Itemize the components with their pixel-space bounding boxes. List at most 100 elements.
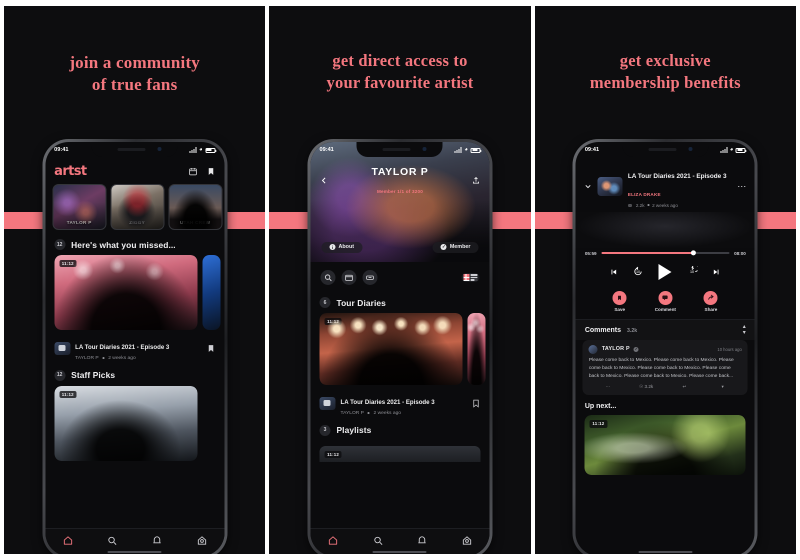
- wifi-icon: ◕: [199, 147, 203, 153]
- chevron-down-icon[interactable]: ▾: [704, 384, 742, 390]
- video-artist: TAYLOR P: [75, 355, 99, 361]
- save-button[interactable]: Save: [612, 290, 627, 313]
- signal-icon: [454, 147, 462, 153]
- video-card-peek[interactable]: [467, 313, 486, 385]
- ticket-icon[interactable]: [362, 270, 378, 285]
- more-options-icon[interactable]: ⋯: [589, 384, 627, 390]
- profile-icon[interactable]: [462, 535, 473, 546]
- app-bar: artst: [45, 160, 224, 184]
- list-view-icon[interactable]: [470, 274, 478, 281]
- search-icon[interactable]: [107, 535, 118, 546]
- section-header-tour-diaries: 6 Tour Diaries: [310, 288, 489, 313]
- share-icon[interactable]: [471, 176, 480, 185]
- video-card[interactable]: 11:12: [584, 415, 746, 476]
- home-icon[interactable]: [62, 535, 73, 546]
- story-caption: ZIGGY: [129, 220, 146, 225]
- progress-bar[interactable]: 05:59 08:00: [576, 248, 755, 256]
- playback-controls: 10 10: [576, 256, 755, 286]
- video-duration: 11:12: [324, 318, 342, 326]
- promo-panel-1: join a community of true fans 09:41 ◕ ar…: [4, 6, 266, 554]
- channel-thumbnail: [319, 396, 336, 410]
- track-title: LA Tour Diaries 2021 - Episode 3: [627, 173, 727, 180]
- section-title: Playlists: [336, 425, 372, 436]
- next-icon[interactable]: [713, 268, 721, 276]
- bookmark-icon: [612, 290, 627, 305]
- staff-picks-row: 11:12: [45, 385, 224, 461]
- calendar-icon[interactable]: [341, 270, 357, 285]
- search-icon[interactable]: [372, 535, 383, 546]
- bell-icon[interactable]: [152, 535, 163, 546]
- playlist-card[interactable]: 11:12: [319, 445, 481, 462]
- comment-item: TAYLOR P ✓ 10 hours ago Please come back…: [582, 339, 748, 396]
- story-caption: UTAH CREW: [179, 220, 211, 225]
- status-time: 09:41: [584, 147, 600, 153]
- comments-header: Comments 3.2k ▴ ▾: [575, 319, 755, 340]
- save-label: Save: [614, 307, 626, 313]
- panel-3-headline: get exclusive membership benefits: [535, 50, 796, 94]
- profile-icon[interactable]: [196, 535, 207, 546]
- share-button[interactable]: Share: [703, 290, 718, 313]
- play-icon[interactable]: [658, 263, 672, 280]
- check-icon: ✓: [440, 244, 447, 251]
- panel-1-headline: join a community of true fans: [4, 52, 265, 97]
- section-header-staff-picks: 12 Staff Picks: [45, 361, 224, 386]
- bookmark-icon[interactable]: [471, 399, 480, 408]
- app-logo: artst: [54, 164, 87, 179]
- video-age: 2 weeks ago: [108, 355, 136, 361]
- avatar: [588, 344, 598, 354]
- reply-icon[interactable]: ↩: [665, 384, 703, 390]
- comment-button[interactable]: Comment: [655, 290, 676, 312]
- wifi-icon: ◕: [729, 147, 734, 153]
- bell-icon[interactable]: [417, 535, 428, 546]
- section-title: Staff Picks: [71, 370, 116, 381]
- section-count-badge: 12: [54, 239, 66, 250]
- comments-title: Comments: [584, 327, 621, 335]
- forward-10-icon[interactable]: 10: [687, 266, 698, 277]
- section-title: Tour Diaries: [336, 297, 386, 308]
- member-label: Member: [449, 244, 471, 251]
- comments-count: 3.2k: [627, 327, 638, 334]
- video-card[interactable]: 11:12: [319, 313, 463, 385]
- notch: [356, 142, 443, 157]
- video-card[interactable]: 11:12: [54, 385, 198, 461]
- rewind-10-icon[interactable]: 10: [633, 266, 644, 277]
- status-time: 09:41: [54, 147, 69, 153]
- previous-icon[interactable]: [610, 268, 618, 276]
- more-options-icon[interactable]: ⋯: [737, 181, 747, 191]
- share-label: Share: [704, 307, 718, 313]
- search-icon[interactable]: [320, 270, 336, 285]
- view-toggle[interactable]: [461, 272, 480, 283]
- up-next-title: Up next...: [584, 403, 617, 411]
- headline-line-1: get direct access to: [332, 51, 468, 70]
- story-item[interactable]: ZIGGY: [110, 184, 165, 230]
- calendar-icon[interactable]: [188, 167, 197, 176]
- bookmark-icon[interactable]: [206, 344, 215, 353]
- track-thumbnail: [597, 176, 623, 196]
- video-card[interactable]: 11:12: [54, 255, 198, 330]
- artist-member-subtitle: Member 1/1 of 3200: [376, 189, 423, 194]
- artist-name: TAYLOR P: [371, 166, 429, 178]
- player-artwork: [575, 211, 755, 248]
- artist-hero: TAYLOR P Member 1/1 of 3200 i About ✓ Me…: [310, 142, 490, 262]
- about-button[interactable]: i About: [321, 241, 363, 253]
- battery-icon: [470, 147, 482, 153]
- home-icon[interactable]: [327, 535, 338, 546]
- status-time: 09:41: [319, 147, 334, 153]
- back-arrow-icon[interactable]: [319, 176, 328, 185]
- story-item[interactable]: TAYLOR P: [52, 184, 107, 230]
- seek-track[interactable]: [601, 250, 730, 256]
- video-card-row: 11:12: [45, 255, 224, 330]
- headline-line-1: get exclusive: [619, 51, 711, 70]
- comment-author: TAYLOR P: [601, 346, 630, 353]
- like-count[interactable]: ☉ 3.2k: [627, 384, 665, 390]
- track-artist: ELIZA DRAKE: [627, 192, 661, 197]
- member-button[interactable]: ✓ Member: [432, 241, 479, 253]
- expand-collapse-icon[interactable]: ▴ ▾: [743, 324, 746, 336]
- video-card-peek[interactable]: [202, 255, 221, 330]
- battery-icon: [735, 147, 747, 153]
- grid-view-icon[interactable]: [463, 274, 470, 281]
- story-item[interactable]: UTAH CREW: [168, 184, 223, 230]
- bookmark-icon[interactable]: [206, 167, 215, 176]
- chevron-down-icon[interactable]: [584, 182, 593, 191]
- battery-icon: [205, 147, 217, 153]
